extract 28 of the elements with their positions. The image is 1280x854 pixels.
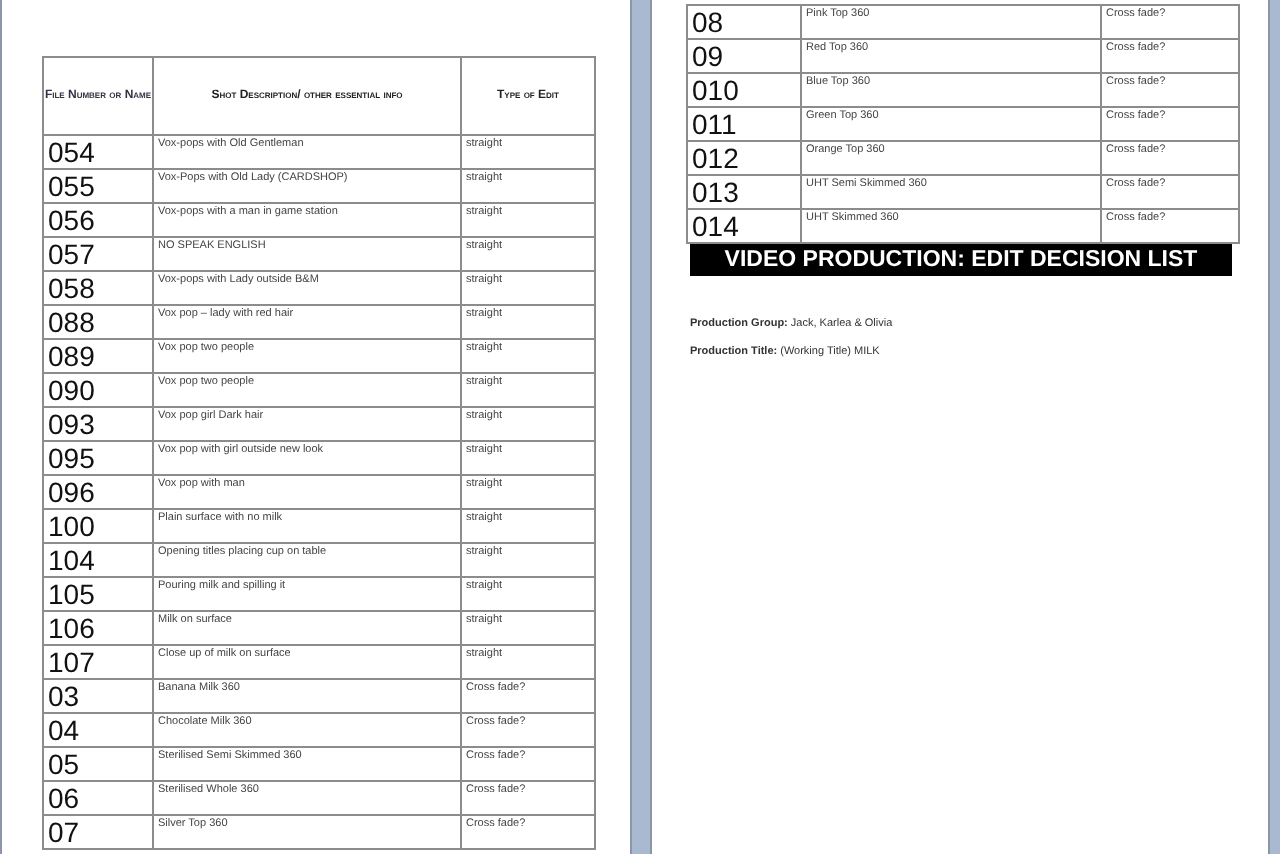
- table-cell: 03: [43, 679, 153, 713]
- table-cell: 093: [43, 407, 153, 441]
- table-cell: 057: [43, 237, 153, 271]
- table-cell: 010: [687, 73, 801, 107]
- table-cell: 056: [43, 203, 153, 237]
- table-cell: 100: [43, 509, 153, 543]
- table-cell: 104: [43, 543, 153, 577]
- table-cell: 089: [43, 339, 153, 373]
- table-cell: 105: [43, 577, 153, 611]
- table-cell: 012: [687, 141, 801, 175]
- table-cell: 04: [43, 713, 153, 747]
- table-cell: 055: [43, 169, 153, 203]
- table-cell: 08: [687, 5, 801, 39]
- table-cell: 106: [43, 611, 153, 645]
- table-cell: 06: [43, 781, 153, 815]
- table-cell: 088: [43, 305, 153, 339]
- table-cell: 011: [687, 107, 801, 141]
- table-cell: 095: [43, 441, 153, 475]
- table-cell: 058: [43, 271, 153, 305]
- table-cell: 013: [687, 175, 801, 209]
- table-cell: 096: [43, 475, 153, 509]
- table-cell: 054: [43, 135, 153, 169]
- table-cell: 09: [687, 39, 801, 73]
- table-cell: 107: [43, 645, 153, 679]
- title-banner: VIDEO PRODUCTION: EDIT DECISION LIST: [690, 244, 1232, 276]
- table-cell: 07: [43, 815, 153, 849]
- table-cell: 05: [43, 747, 153, 781]
- table-cell: 090: [43, 373, 153, 407]
